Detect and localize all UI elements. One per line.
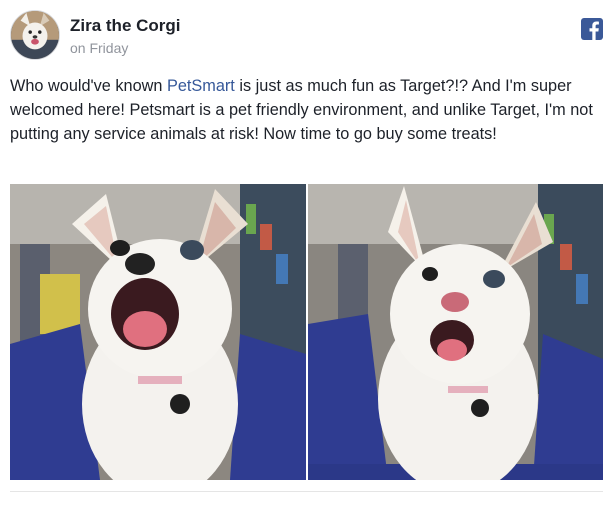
photo-corgi-cart-2[interactable] [308,184,603,480]
author-avatar[interactable] [10,10,60,60]
post-header: Zira the Corgi on Friday [10,10,603,62]
corgi-avatar-icon [11,11,59,59]
facebook-post: Zira the Corgi on Friday Who would've kn… [0,0,613,507]
post-divider [10,491,603,492]
photo-grid [10,184,603,480]
post-message: Who would've known PetSmart is just as m… [10,74,603,146]
petsmart-link[interactable]: PetSmart [167,77,235,95]
post-timestamp[interactable]: on Friday [70,40,128,56]
message-text-start: Who would've known [10,77,167,95]
facebook-icon[interactable] [581,18,603,40]
photo-corgi-cart-1[interactable] [10,184,306,480]
author-name[interactable]: Zira the Corgi [70,16,181,36]
